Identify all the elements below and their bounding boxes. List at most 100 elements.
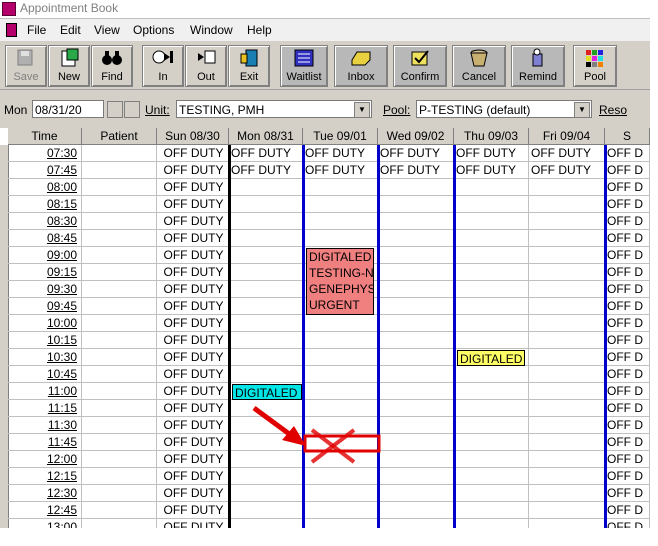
time-slot-cell[interactable] bbox=[303, 400, 378, 417]
time-slot-cell[interactable]: OFF DUTY bbox=[157, 264, 229, 281]
time-slot-cell[interactable]: OFF D bbox=[605, 332, 650, 349]
time-slot-cell[interactable]: OFF DUTY bbox=[157, 196, 229, 213]
time-slot-cell[interactable] bbox=[454, 400, 529, 417]
pool-select[interactable]: P-TESTING (default) ▼ bbox=[416, 100, 592, 118]
date-field[interactable]: 08/31/20 bbox=[32, 100, 104, 118]
time-slot-cell[interactable] bbox=[303, 196, 378, 213]
time-slot-cell[interactable]: OFF D bbox=[605, 230, 650, 247]
time-slot-cell[interactable] bbox=[303, 366, 378, 383]
column-header-3[interactable]: Mon 08/31 bbox=[229, 128, 303, 145]
pool-button[interactable]: Pool bbox=[573, 45, 617, 87]
time-slot-cell[interactable] bbox=[454, 383, 529, 400]
column-header-8[interactable]: S bbox=[605, 128, 650, 145]
time-slot-cell[interactable] bbox=[454, 196, 529, 213]
time-slot-label[interactable]: 08:45 bbox=[8, 230, 82, 247]
time-slot-cell[interactable] bbox=[529, 247, 605, 264]
time-slot-cell[interactable] bbox=[229, 434, 303, 451]
time-slot-cell[interactable] bbox=[454, 519, 529, 528]
time-slot-cell[interactable] bbox=[378, 196, 454, 213]
time-slot-cell[interactable] bbox=[529, 349, 605, 366]
inbox-button[interactable]: Inbox bbox=[334, 45, 388, 87]
time-slot-label[interactable]: 10:00 bbox=[8, 315, 82, 332]
time-slot-cell[interactable] bbox=[378, 332, 454, 349]
time-slot-cell[interactable]: OFF DUTY bbox=[157, 230, 229, 247]
time-slot-cell[interactable] bbox=[229, 366, 303, 383]
time-slot-cell[interactable] bbox=[82, 145, 157, 162]
remind-button[interactable]: Remind bbox=[511, 45, 565, 87]
check-in-button[interactable]: In bbox=[142, 45, 184, 87]
time-slot-cell[interactable] bbox=[229, 417, 303, 434]
time-slot-cell[interactable]: OFF DUTY bbox=[303, 145, 378, 162]
appointment-block[interactable]: DIGITALED TESTING-N GENEPHYS URGENT bbox=[306, 248, 374, 315]
time-slot-cell[interactable]: OFF D bbox=[605, 298, 650, 315]
time-slot-cell[interactable] bbox=[529, 298, 605, 315]
time-slot-cell[interactable]: OFF D bbox=[605, 179, 650, 196]
time-slot-label[interactable]: 09:30 bbox=[8, 281, 82, 298]
time-slot-cell[interactable]: OFF DUTY bbox=[157, 298, 229, 315]
time-slot-cell[interactable]: OFF DUTY bbox=[454, 145, 529, 162]
time-slot-cell[interactable]: OFF DUTY bbox=[157, 485, 229, 502]
time-slot-cell[interactable] bbox=[229, 281, 303, 298]
time-slot-label[interactable]: 10:45 bbox=[8, 366, 82, 383]
time-slot-cell[interactable]: OFF DUTY bbox=[157, 502, 229, 519]
time-slot-cell[interactable] bbox=[229, 298, 303, 315]
time-slot-cell[interactable]: OFF DUTY bbox=[454, 162, 529, 179]
time-slot-cell[interactable] bbox=[529, 230, 605, 247]
time-slot-cell[interactable] bbox=[378, 298, 454, 315]
time-slot-cell[interactable] bbox=[229, 315, 303, 332]
time-slot-cell[interactable] bbox=[82, 519, 157, 528]
time-slot-label[interactable]: 09:00 bbox=[8, 247, 82, 264]
time-slot-cell[interactable]: OFF DUTY bbox=[529, 145, 605, 162]
appointment-block[interactable]: DIGITALED bbox=[232, 384, 302, 400]
time-slot-cell[interactable]: OFF DUTY bbox=[229, 145, 303, 162]
time-slot-cell[interactable] bbox=[529, 281, 605, 298]
time-slot-cell[interactable] bbox=[303, 315, 378, 332]
time-slot-cell[interactable]: OFF DUTY bbox=[157, 366, 229, 383]
menu-file[interactable]: File bbox=[27, 23, 46, 37]
time-slot-cell[interactable]: OFF D bbox=[605, 366, 650, 383]
time-slot-cell[interactable] bbox=[303, 485, 378, 502]
column-header-2[interactable]: Sun 08/30 bbox=[157, 128, 229, 145]
time-slot-cell[interactable] bbox=[82, 230, 157, 247]
time-slot-cell[interactable] bbox=[378, 451, 454, 468]
time-slot-cell[interactable] bbox=[229, 519, 303, 528]
time-slot-label[interactable]: 07:45 bbox=[8, 162, 82, 179]
time-slot-label[interactable]: 10:15 bbox=[8, 332, 82, 349]
menu-help[interactable]: Help bbox=[247, 23, 272, 37]
time-slot-cell[interactable] bbox=[378, 315, 454, 332]
time-slot-cell[interactable]: OFF D bbox=[605, 349, 650, 366]
time-slot-cell[interactable] bbox=[529, 213, 605, 230]
time-slot-cell[interactable] bbox=[378, 230, 454, 247]
time-slot-cell[interactable] bbox=[454, 179, 529, 196]
time-slot-cell[interactable] bbox=[378, 179, 454, 196]
time-slot-cell[interactable] bbox=[529, 400, 605, 417]
time-slot-cell[interactable] bbox=[529, 264, 605, 281]
time-slot-cell[interactable] bbox=[229, 349, 303, 366]
time-slot-cell[interactable] bbox=[229, 468, 303, 485]
time-slot-cell[interactable] bbox=[229, 264, 303, 281]
time-slot-cell[interactable]: OFF D bbox=[605, 383, 650, 400]
time-slot-cell[interactable] bbox=[82, 383, 157, 400]
time-slot-label[interactable]: 09:15 bbox=[8, 264, 82, 281]
time-slot-cell[interactable] bbox=[82, 502, 157, 519]
time-slot-cell[interactable] bbox=[378, 281, 454, 298]
time-slot-cell[interactable] bbox=[454, 264, 529, 281]
time-slot-cell[interactable] bbox=[229, 451, 303, 468]
menu-options[interactable]: Options bbox=[133, 23, 174, 37]
appointment-block[interactable]: DIGITALED bbox=[457, 350, 525, 366]
column-header-4[interactable]: Tue 09/01 bbox=[303, 128, 378, 145]
time-slot-cell[interactable]: OFF DUTY bbox=[157, 451, 229, 468]
time-slot-cell[interactable]: OFF DUTY bbox=[157, 179, 229, 196]
time-slot-cell[interactable] bbox=[82, 315, 157, 332]
find-button[interactable]: Find bbox=[91, 45, 133, 87]
check-out-button[interactable]: Out bbox=[185, 45, 227, 87]
time-slot-cell[interactable]: OFF D bbox=[605, 502, 650, 519]
time-slot-label[interactable]: 11:00 bbox=[8, 383, 82, 400]
time-slot-cell[interactable]: OFF D bbox=[605, 468, 650, 485]
new-button[interactable]: New bbox=[48, 45, 90, 87]
time-slot-cell[interactable] bbox=[82, 349, 157, 366]
column-header-1[interactable]: Patient bbox=[82, 128, 157, 145]
time-slot-cell[interactable] bbox=[303, 451, 378, 468]
time-slot-cell[interactable] bbox=[529, 196, 605, 213]
time-slot-cell[interactable] bbox=[82, 247, 157, 264]
